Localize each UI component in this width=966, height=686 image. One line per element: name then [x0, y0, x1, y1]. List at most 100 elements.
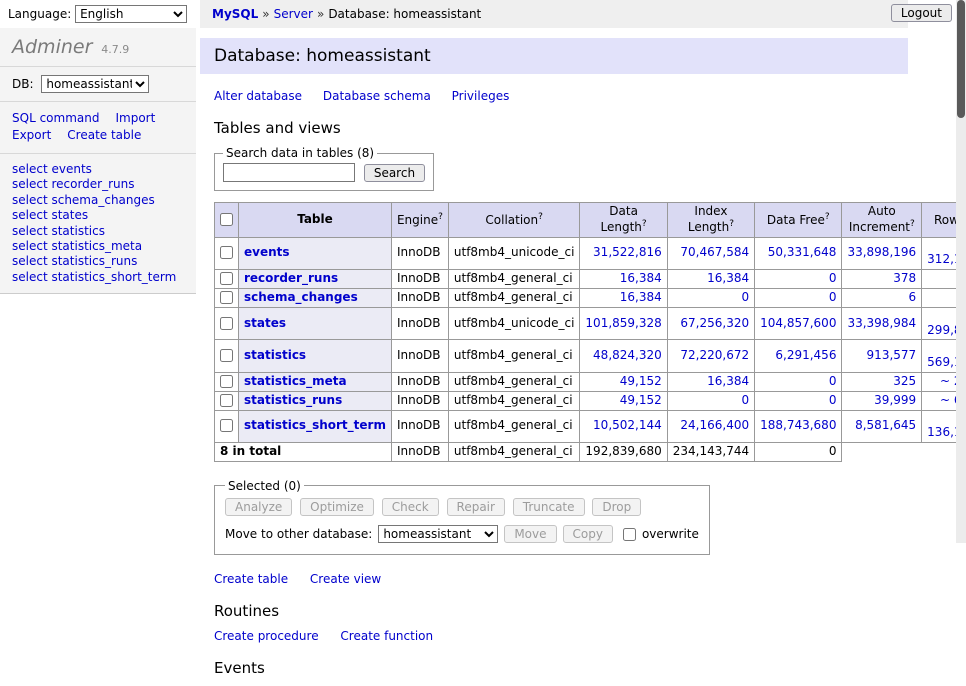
auto-increment-link[interactable]: 913,577: [867, 348, 917, 362]
index-length-link[interactable]: 70,467,584: [680, 245, 749, 259]
scrollbar-thumb[interactable]: [957, 0, 965, 118]
data-free-link[interactable]: 104,857,600: [760, 316, 836, 330]
index-length-link[interactable]: 24,166,400: [680, 418, 749, 432]
sidebar-select-statistics-short-term-link[interactable]: select statistics_short_term: [12, 270, 184, 285]
sidebar-select-recorder-runs-link[interactable]: select recorder_runs: [12, 177, 184, 192]
create-view-link[interactable]: Create view: [310, 572, 381, 586]
auto-increment-link[interactable]: 378: [893, 271, 916, 285]
check-button[interactable]: Check: [382, 498, 439, 516]
create-procedure-link[interactable]: Create procedure: [214, 629, 319, 643]
row-checkbox[interactable]: [220, 394, 233, 407]
sidebar-select-events-link[interactable]: select events: [12, 162, 184, 177]
sidebar-create-table-link[interactable]: Create table: [67, 128, 141, 142]
language-select[interactable]: English: [75, 5, 187, 23]
sidebar-export-link[interactable]: Export: [12, 128, 51, 142]
data-free-link[interactable]: 50,331,648: [768, 245, 837, 259]
index-length-link[interactable]: 0: [741, 393, 749, 407]
breadcrumb-mysql-link[interactable]: MySQL: [212, 7, 258, 21]
sidebar-select-statistics-link[interactable]: select statistics: [12, 224, 184, 239]
overwrite-label[interactable]: overwrite: [619, 525, 699, 544]
adminer-logo-link[interactable]: Adminer: [12, 36, 92, 58]
index-length-link[interactable]: 72,220,672: [680, 348, 749, 362]
auto-increment-link[interactable]: 33,898,196: [847, 245, 916, 259]
data-free-link[interactable]: 0: [829, 290, 837, 304]
drop-button[interactable]: Drop: [592, 498, 641, 516]
vertical-scrollbar[interactable]: [956, 0, 966, 543]
auto-increment-link[interactable]: 6: [909, 290, 917, 304]
data-free-cell: 0: [755, 372, 842, 391]
create-table-link[interactable]: Create table: [214, 572, 288, 586]
engine-cell: InnoDB: [391, 391, 448, 410]
data-length-link[interactable]: 49,152: [620, 393, 662, 407]
overwrite-checkbox[interactable]: [623, 528, 636, 541]
table-row: recorder_runs InnoDB utf8mb4_general_ci …: [215, 270, 966, 289]
sidebar-select-schema-changes-link[interactable]: select schema_changes: [12, 193, 184, 208]
data-free-link[interactable]: 188,743,680: [760, 418, 836, 432]
search-button[interactable]: Search: [364, 164, 425, 182]
collation-cell: utf8mb4_unicode_ci: [448, 237, 580, 270]
repair-button[interactable]: Repair: [447, 498, 505, 516]
db-select[interactable]: homeassistant: [41, 75, 149, 93]
table-name-link[interactable]: recorder_runs: [244, 271, 338, 285]
move-database-select[interactable]: homeassistant: [378, 525, 498, 543]
auto-increment-link[interactable]: 8,581,645: [855, 418, 916, 432]
row-checkbox[interactable]: [220, 349, 233, 362]
sidebar-select-states-link[interactable]: select states: [12, 208, 184, 223]
alter-database-link[interactable]: Alter database: [214, 89, 302, 103]
data-free-link[interactable]: 0: [829, 393, 837, 407]
move-button[interactable]: Move: [504, 525, 556, 543]
table-name-cell: statistics: [239, 340, 392, 373]
table-name-link[interactable]: states: [244, 316, 286, 330]
app-version: 4.7.9: [101, 43, 129, 56]
auto-increment-link[interactable]: 325: [893, 374, 916, 388]
table-name-link[interactable]: statistics_meta: [244, 374, 347, 388]
sidebar-sql-command-link[interactable]: SQL command: [12, 111, 99, 125]
data-free-link[interactable]: 0: [829, 271, 837, 285]
privileges-link[interactable]: Privileges: [452, 89, 510, 103]
truncate-button[interactable]: Truncate: [513, 498, 585, 516]
auto-increment-link[interactable]: 39,999: [874, 393, 916, 407]
data-length-link[interactable]: 10,502,144: [593, 418, 662, 432]
index-length-link[interactable]: 0: [741, 290, 749, 304]
row-checkbox[interactable]: [220, 375, 233, 388]
row-checkbox[interactable]: [220, 317, 233, 330]
data-length-link[interactable]: 49,152: [620, 374, 662, 388]
data-length-link[interactable]: 48,824,320: [593, 348, 662, 362]
data-free-link[interactable]: 6,291,456: [775, 348, 836, 362]
table-name-link[interactable]: events: [244, 245, 290, 259]
analyze-button[interactable]: Analyze: [225, 498, 292, 516]
data-length-link[interactable]: 101,859,328: [585, 316, 661, 330]
index-length-link[interactable]: 16,384: [707, 271, 749, 285]
table-row: statistics_runs InnoDB utf8mb4_general_c…: [215, 391, 966, 410]
auto-increment-link[interactable]: 33,398,984: [847, 316, 916, 330]
data-length-link[interactable]: 31,522,816: [593, 245, 662, 259]
table-name-link[interactable]: statistics: [244, 348, 306, 362]
table-row: statistics InnoDB utf8mb4_general_ci 48,…: [215, 340, 966, 373]
row-checkbox[interactable]: [220, 291, 233, 304]
check-all-checkbox[interactable]: [220, 213, 233, 226]
sidebar-select-statistics-meta-link[interactable]: select statistics_meta: [12, 239, 184, 254]
index-length-link[interactable]: 67,256,320: [680, 316, 749, 330]
sidebar-import-link[interactable]: Import: [115, 111, 155, 125]
table-name-link[interactable]: statistics_short_term: [244, 418, 386, 432]
logout-button[interactable]: Logout: [891, 4, 952, 22]
row-checkbox[interactable]: [220, 272, 233, 285]
optimize-button[interactable]: Optimize: [300, 498, 374, 516]
copy-button[interactable]: Copy: [563, 525, 613, 543]
data-length-link[interactable]: 16,384: [620, 271, 662, 285]
table-name-link[interactable]: schema_changes: [244, 290, 358, 304]
tables-and-views-heading: Tables and views: [214, 119, 908, 137]
search-input[interactable]: [223, 163, 355, 182]
breadcrumb-server-link[interactable]: Server: [274, 7, 313, 21]
data-length-link[interactable]: 16,384: [620, 290, 662, 304]
sidebar-db-section: DB: homeassistant: [0, 67, 196, 102]
index-length-link[interactable]: 16,384: [707, 374, 749, 388]
row-checkbox[interactable]: [220, 246, 233, 259]
data-length-cell: 16,384: [580, 288, 667, 307]
table-name-link[interactable]: statistics_runs: [244, 393, 342, 407]
create-function-link[interactable]: Create function: [340, 629, 433, 643]
database-schema-link[interactable]: Database schema: [323, 89, 431, 103]
row-checkbox[interactable]: [220, 419, 233, 432]
data-free-link[interactable]: 0: [829, 374, 837, 388]
sidebar-select-statistics-runs-link[interactable]: select statistics_runs: [12, 254, 184, 269]
